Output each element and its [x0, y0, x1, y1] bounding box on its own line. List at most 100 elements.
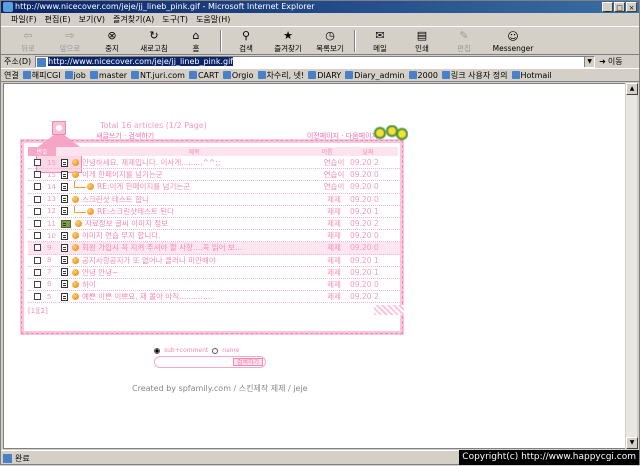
print-button[interactable]: ▤ 인쇄 — [401, 28, 443, 55]
search-submit-button[interactable]: 검색하기 — [232, 358, 263, 366]
scroll-down-button[interactable]: ▼ — [626, 437, 638, 449]
stop-button[interactable]: ⊗ 중지 — [91, 28, 133, 55]
link-item[interactable]: job — [64, 71, 86, 80]
board-nav-left[interactable]: 새글쓰기 · 검색하기 — [96, 131, 154, 141]
board-header: 번호 제목 이름 날짜 — [28, 147, 398, 156]
link-item[interactable]: Orgio — [222, 71, 254, 80]
search-option-name-radio[interactable] — [212, 347, 219, 354]
row-checkbox[interactable] — [34, 207, 41, 215]
menu-tools[interactable]: 도구(T) — [162, 13, 188, 26]
search-option-name-label: name — [222, 347, 240, 354]
page-done-icon — [3, 454, 12, 463]
history-button[interactable]: ◷ 목록보기 — [309, 28, 351, 55]
link-item[interactable]: Diary_admin — [345, 71, 405, 80]
favorites-icon: ★ — [283, 28, 293, 42]
document-icon — [61, 195, 68, 204]
table-row[interactable]: 10 이미지 연습 무지 합니다. 제제 09.20 0 — [28, 230, 400, 243]
home-button[interactable]: ⌂ 홈 — [175, 28, 217, 55]
header-subject: 제목 — [188, 149, 200, 156]
address-url: http://www.nicecover.com/jeje/jj_lineb_p… — [48, 56, 234, 66]
link-item[interactable]: 차수리, 넷! — [257, 70, 304, 81]
document-icon — [61, 292, 68, 301]
menu-edit[interactable]: 편집(E) — [45, 13, 71, 26]
link-item[interactable]: 해피CGI — [22, 70, 61, 81]
menu-view[interactable]: 보기(V) — [79, 13, 105, 26]
pagination[interactable]: [1][2] — [28, 307, 48, 315]
row-checkbox[interactable] — [34, 244, 41, 252]
back-button[interactable]: ⇦ 뒤로 — [7, 28, 49, 55]
bullet-icon — [87, 207, 94, 215]
corner-decoration — [374, 305, 404, 315]
bullet-icon — [72, 232, 79, 240]
table-row[interactable]: 14 RE:이게 한페이지를 넘기는군 연습이 09.20 0 — [28, 181, 400, 194]
post-subject[interactable]: 안녕 안녕~ — [82, 267, 318, 278]
edit-button[interactable]: ✎ 편집 — [443, 28, 485, 55]
board: Total 16 articles (1/2 Page) 새글쓰기 · 검색하기… — [20, 117, 408, 335]
refresh-button[interactable]: ↻ 새로고침 — [133, 28, 175, 55]
table-row[interactable]: 6 하이 제제 09.20 0 — [28, 279, 400, 292]
table-row[interactable]: 13 스크린샷 테스트 합니 제제 09.20 0 — [28, 194, 400, 206]
link-item[interactable]: master — [89, 71, 127, 80]
row-checkbox[interactable] — [34, 256, 41, 264]
row-checkbox[interactable] — [34, 232, 41, 240]
go-button[interactable]: ➜ 이동 — [599, 56, 622, 67]
forward-button[interactable]: ⇨ 앞으로 — [49, 28, 91, 55]
table-row[interactable]: 5 예쁜 이쁜 이쁘요, 재 몰아 아직.............. 제제 09.20… — [28, 291, 400, 304]
table-row[interactable]: 7 안녕 안녕~ 제제 09.20 1 — [28, 267, 400, 279]
row-checkbox[interactable] — [34, 220, 41, 228]
table-row[interactable]: 15 이게 한페이지를 넘기는군 연습이 09.20 0 — [28, 169, 400, 182]
link-item[interactable]: NT.juri.com — [131, 71, 185, 80]
post-subject[interactable]: 자료정보 글씨 이미지 정보 — [85, 218, 318, 229]
minimize-button[interactable]: _ — [602, 2, 613, 12]
messenger-button[interactable]: ☺ Messenger — [485, 28, 541, 55]
menu-bar: 파일(F) 편집(E) 보기(V) 즐겨찾기(A) 도구(T) 도움말(H) — [1, 13, 639, 27]
favorites-button[interactable]: ★ 즐겨찾기 — [267, 28, 309, 55]
search-input[interactable]: 검색하기 — [154, 356, 266, 368]
close-button[interactable]: × — [626, 2, 637, 12]
post-subject[interactable]: RE:이게 한페이지를 넘기는군 — [97, 181, 318, 192]
row-checkbox[interactable] — [34, 171, 41, 179]
maximize-button[interactable]: □ — [614, 2, 625, 12]
vertical-scrollbar[interactable]: ▲ ▼ — [625, 83, 638, 449]
post-subject[interactable]: 공지사항공지가 또 없어나 클러니 미안해야 — [82, 255, 318, 266]
row-checkbox[interactable] — [34, 268, 41, 276]
table-row[interactable]: 8 공지사항공지가 또 없어나 클러니 미안해야 제제 09.20 1 — [28, 255, 400, 267]
post-subject[interactable]: 회원 가입시 꼭 지켜 주셔야 할 사항....꼭 읽어 보... — [82, 242, 318, 253]
post-subject[interactable]: RE:스크린샷테스트 된다 — [97, 206, 318, 217]
forward-arrow-icon: ⇨ — [65, 28, 75, 42]
row-checkbox[interactable] — [34, 183, 41, 191]
post-subject[interactable]: 이게 한페이지를 넘기는군 — [82, 169, 318, 180]
address-dropdown-button[interactable]: ▼ — [584, 56, 595, 67]
menu-favorites[interactable]: 즐겨찾기(A) — [113, 13, 154, 26]
post-subject[interactable]: 예쁜 이쁜 이쁘요, 재 몰아 아직.............. — [82, 291, 318, 302]
post-subject[interactable]: 스크린샷 테스트 합니 — [82, 194, 318, 205]
post-subject[interactable]: 이미지 연습 무지 합니다. — [82, 230, 318, 241]
menu-help[interactable]: 도움말(H) — [196, 13, 230, 26]
link-item[interactable]: Hotmail — [511, 71, 552, 80]
page-content: Total 16 articles (1/2 Page) 새글쓰기 · 검색하기… — [3, 83, 627, 449]
row-checkbox[interactable] — [34, 280, 41, 288]
document-icon — [61, 207, 68, 216]
link-item[interactable]: 링크 사용자 정의 — [441, 70, 508, 81]
search-option-subject-label: sub+comment — [164, 347, 209, 354]
ie-page-icon — [188, 71, 197, 79]
row-checkbox[interactable] — [34, 159, 41, 167]
link-item[interactable]: CART — [188, 71, 219, 80]
table-row[interactable]: 11 자료정보 글씨 이미지 정보 제제 09.20 2 — [28, 218, 400, 231]
search-button[interactable]: ⚲ 검색 — [225, 28, 267, 55]
table-row[interactable]: 9 회원 가입시 꼭 지켜 주셔야 할 사항....꼭 읽어 보... 제제 09.2… — [28, 242, 400, 255]
post-subject[interactable]: 안녕하세요. 제제입니다. 이사게.........^^;; — [82, 157, 318, 168]
link-item[interactable]: DIARY — [308, 71, 341, 80]
table-row[interactable]: 12 RE:스크린샷테스트 된다 제제 09.20 1 — [28, 205, 400, 218]
search-option-subject-radio[interactable] — [154, 347, 160, 354]
address-input[interactable]: http://www.nicecover.com/jeje/jj_lineb_p… — [35, 55, 596, 68]
link-item[interactable]: 2000 — [408, 71, 438, 80]
board-nav-right[interactable]: 이전페이지 · 다음페이지 — [307, 131, 378, 141]
mail-button[interactable]: ✉ 메일 — [359, 28, 401, 55]
table-row[interactable]: 15 안녕하세요. 제제입니다. 이사게.........^^;; 연습이 09.20… — [28, 157, 400, 170]
scroll-up-button[interactable]: ▲ — [626, 83, 638, 95]
menu-file[interactable]: 파일(F) — [11, 13, 37, 26]
post-subject[interactable]: 하이 — [82, 279, 318, 290]
row-checkbox[interactable] — [34, 293, 41, 301]
row-checkbox[interactable] — [34, 195, 41, 203]
